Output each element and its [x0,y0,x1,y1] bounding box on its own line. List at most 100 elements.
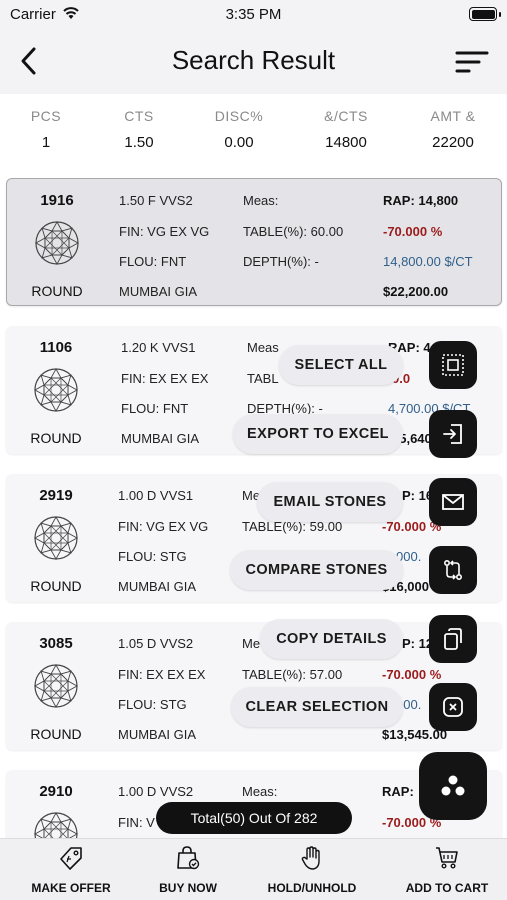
compare-stones-button[interactable]: COMPARE STONES [230,550,403,590]
tab-label: ADD TO CART [405,881,489,895]
stone-fin: FIN: VG EX VG [118,519,209,534]
summary-label: DISC% [214,108,264,124]
page-title: Search Result [171,45,336,75]
stone-shape: ROUND [30,726,82,742]
stone-location: MUMBAI GIA [118,727,197,742]
stone-flou: FLOU: STG [118,697,187,712]
stone-flou: FLOU: FNT [121,401,189,416]
shopping-bag-check-icon [177,846,200,870]
stone-flou: FLOU: FNT [119,254,187,269]
total-count: Total(50) Out Of 282 [156,802,352,834]
compare-fab[interactable] [429,546,477,594]
summary-value: 1.50 [124,134,154,151]
battery-tip [499,12,501,17]
cart-icon [436,847,458,869]
three-dots-icon [441,775,465,796]
tab-make-offer[interactable]: MAKE OFFER [8,839,134,900]
sort-lines-icon[interactable] [455,48,489,76]
fab-menu-toggle[interactable] [419,752,487,820]
summary-value: 0.00 [224,134,254,151]
stone-location: MUMBAI GIA [121,431,200,446]
stone-rap: RAP: [382,784,414,799]
stone-spec: 1.00 D VVS2 [118,784,194,799]
stone-meas: Me [242,636,261,651]
summary-label: AMT & [430,108,476,124]
stone-id: 1916 [40,192,74,209]
stone-spec: 1.00 D VVS1 [118,488,194,503]
bottom-action-bar: MAKE OFFER BUY NOW HOLD/UNHOLD ADD TO CA… [0,838,507,900]
stone-id: 3085 [39,635,73,652]
stone-meas: Meas: [243,193,279,208]
stone-card[interactable]: 3085 ROUND 1.05 D VVS2 FIN: EX EX EX FLO… [6,622,502,750]
summary-label: PCS [30,108,62,124]
copy-icon [444,628,462,650]
summary-cts: CTS 1.50 [89,108,189,151]
stone-fin: FIN: VG EX VG [119,224,210,239]
summary-label: CTS [124,108,154,124]
summary-value: 14800 [325,134,367,151]
summary-amount: AMT & 22200 [403,108,503,151]
price-tag-icon [60,847,82,870]
round-diamond-icon [34,664,78,708]
stone-flou: FLOU: STG [118,549,187,564]
stone-id: 2910 [39,783,73,800]
stone-price-per-ct: 14,800.00 $/CT [383,254,473,269]
tab-label: HOLD/UNHOLD [267,881,357,895]
summary-label: &/CTS [324,108,368,124]
stone-shape: ROUND [30,430,82,446]
stone-depth: DEPTH(%): - [243,254,319,269]
stone-meas: Meas: [242,784,278,799]
stone-card[interactable]: 1916 ROUND 1.50 F VVS2 FIN: VG EX VG FLO… [6,178,502,306]
tab-label: MAKE OFFER [31,881,111,895]
copy-details-button[interactable]: COPY DETAILS [260,619,403,659]
stone-fin: FIN: EX EX EX [118,667,206,682]
stone-id: 1106 [39,339,73,356]
stone-spec: 1.20 K VVS1 [121,340,196,355]
summary-pcs: PCS 1 [0,108,96,151]
tab-label: BUY NOW [159,881,217,895]
clock: 3:35 PM [225,6,282,23]
nav-bar: Search Result [0,30,507,94]
stone-table: TABL [247,371,279,386]
stone-discount: -70.000 % [382,667,442,682]
clear-x-icon [443,697,463,717]
stone-location: MUMBAI GIA [118,579,197,594]
tab-add-to-cart[interactable]: ADD TO CART [384,839,507,900]
stone-discount: -70.000 % [383,224,443,239]
summary-per-cts: &/CTS 14800 [296,108,396,151]
status-bar: Carrier 3:35 PM [0,0,507,30]
summary-value: 1 [41,134,51,151]
stone-fin: FIN: EX EX EX [121,371,209,386]
tab-buy-now[interactable]: BUY NOW [125,839,251,900]
tab-hold-unhold[interactable]: HOLD/UNHOLD [249,839,375,900]
stone-shape: ROUND [30,578,82,594]
stone-id: 2919 [39,487,73,504]
export-fab[interactable] [429,410,477,458]
select-all-button[interactable]: SELECT ALL [279,345,403,385]
clear-fab[interactable] [429,683,477,731]
select-all-fab[interactable] [429,341,477,389]
round-diamond-icon [35,221,79,265]
summary-row: PCS 1 CTS 1.50 DISC% 0.00 &/CTS 14800 AM… [0,94,507,172]
summary-value: 22200 [432,134,474,151]
stone-meas: Meas [247,340,279,355]
summary-disc: DISC% 0.00 [189,108,289,151]
stone-amount: $22,200.00 [383,284,449,299]
email-stones-button[interactable]: EMAIL STONES [257,482,403,522]
export-to-excel-button[interactable]: EXPORT TO EXCEL [233,414,403,454]
battery-icon [469,7,497,21]
select-all-icon [442,354,464,376]
export-icon [443,424,462,444]
round-diamond-icon [34,516,78,560]
stone-table: TABLE(%): 60.00 [243,224,344,239]
stone-location: MUMBAI GIA [119,284,198,299]
stone-table: TABLE(%): 57.00 [242,667,343,682]
copy-fab[interactable] [429,615,477,663]
stone-spec: 1.50 F VVS2 [119,193,193,208]
stone-spec: 1.05 D VVS2 [118,636,194,651]
clear-selection-button[interactable]: CLEAR SELECTION [231,687,403,727]
envelope-icon [442,494,464,510]
stone-rap: RAP: 14,800 [383,193,459,208]
email-fab[interactable] [429,478,477,526]
round-diamond-icon [34,368,78,412]
